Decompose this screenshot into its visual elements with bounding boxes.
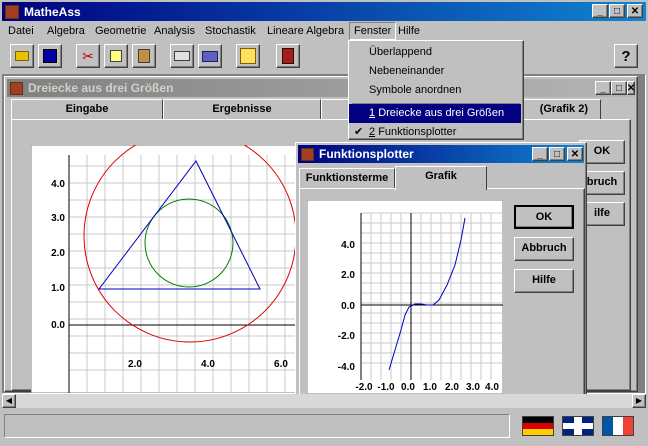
check-icon: ✔: [354, 126, 364, 138]
y-tick: 4.0: [51, 179, 65, 190]
plotter-title: Funktionsplotter: [319, 147, 414, 161]
ok-button[interactable]: OK: [514, 205, 574, 229]
tab-grafik[interactable]: Grafik: [395, 166, 487, 190]
menu-analysis[interactable]: Analysis: [154, 22, 195, 40]
graph-icon: [240, 48, 256, 64]
close-button[interactable]: ✕: [627, 4, 643, 18]
triangle-plot: 4.0 3.0 2.0 1.0 0.0 2.0 4.0 6.0: [31, 145, 303, 393]
menu-hilfe[interactable]: Hilfe: [398, 22, 420, 40]
dreiecke-title: Dreiecke aus drei Größen: [28, 81, 174, 95]
function-plot: 4.0 2.0 0.0 -2.0 -4.0 -2.0 -1.0 0.0 1.0 …: [307, 200, 503, 394]
y-tick: 2.0: [51, 248, 65, 259]
window-number: 1: [369, 107, 376, 119]
maximize-button[interactable]: □: [549, 147, 565, 161]
scroll-left-button[interactable]: ◀: [2, 394, 16, 408]
help-button[interactable]: ?: [614, 44, 638, 68]
window-label: Dreiecke aus drei Größen: [378, 107, 505, 119]
cut-button[interactable]: ✂: [76, 44, 100, 68]
save-button[interactable]: [38, 44, 62, 68]
dreiecke-titlebar: Dreiecke aus drei Größen _ □ ✕: [7, 79, 635, 97]
app-title: MatheAss: [24, 4, 81, 19]
window-number: 2: [369, 126, 376, 138]
exit-door-icon: [282, 48, 294, 64]
x-tick: 1.0: [423, 382, 437, 393]
printer-icon: [174, 51, 190, 61]
open-button[interactable]: [10, 44, 34, 68]
menu-item-symbole-anordnen[interactable]: Symbole anordnen: [349, 81, 521, 100]
y-tick: 2.0: [341, 270, 355, 281]
plotter-titlebar: Funktionsplotter _ □ ✕: [298, 145, 584, 163]
disk-icon: [43, 49, 57, 63]
copy-button[interactable]: [104, 44, 128, 68]
graph-button[interactable]: [236, 44, 260, 68]
app-icon: [301, 147, 314, 161]
app-icon: [10, 81, 23, 95]
y-tick: -2.0: [338, 331, 356, 342]
camera-icon: [202, 50, 218, 62]
menu-lineare-algebra[interactable]: Lineare Algebra: [267, 22, 344, 40]
x-tick: 6.0: [274, 359, 288, 370]
folder-icon: [15, 51, 29, 61]
x-tick: -2.0: [355, 382, 373, 393]
tab-ergebnisse[interactable]: Ergebnisse: [163, 99, 321, 119]
tab-funktionsterme[interactable]: Funktionsterme: [299, 168, 395, 188]
abbruch-button[interactable]: Abbruch: [514, 237, 574, 261]
y-tick: 4.0: [341, 240, 355, 251]
menu-item-ueberlappend[interactable]: Überlappend: [349, 43, 521, 62]
exit-button[interactable]: [276, 44, 300, 68]
tab-eingabe[interactable]: Eingabe: [11, 99, 163, 119]
help-icon: ?: [621, 47, 631, 65]
status-panel: [4, 414, 510, 438]
scroll-right-button[interactable]: ▶: [632, 394, 646, 408]
y-tick: 0.0: [341, 301, 355, 312]
maximize-button[interactable]: □: [611, 81, 627, 95]
y-tick: 1.0: [51, 283, 65, 294]
menu-algebra[interactable]: Algebra: [47, 22, 85, 40]
x-tick: 3.0: [466, 382, 480, 393]
x-tick: 2.0: [128, 359, 142, 370]
close-button[interactable]: ✕: [627, 81, 635, 95]
clipboard-icon: [138, 49, 150, 63]
close-button[interactable]: ✕: [567, 147, 583, 161]
x-tick: 4.0: [201, 359, 215, 370]
flag-uk-icon[interactable]: [562, 416, 594, 436]
minimize-button[interactable]: _: [592, 4, 608, 18]
toolbar: ✂ ?: [10, 44, 640, 70]
horizontal-scrollbar[interactable]: ◀ ▶: [2, 394, 646, 408]
y-tick: 3.0: [51, 213, 65, 224]
y-tick: -4.0: [338, 362, 356, 373]
flag-german-icon[interactable]: [522, 416, 554, 436]
app-titlebar: MatheAss _ □ ✕: [2, 2, 646, 21]
minimize-button[interactable]: _: [595, 81, 611, 95]
minimize-button[interactable]: _: [532, 147, 548, 161]
menu-item-nebeneinander[interactable]: Nebeneinander: [349, 62, 521, 81]
print-button[interactable]: [170, 44, 194, 68]
copy-icon: [110, 50, 122, 62]
status-bar: [2, 410, 646, 444]
y-tick: 0.0: [51, 320, 65, 331]
menu-geometrie[interactable]: Geometrie: [95, 22, 146, 40]
menu-item-window-2[interactable]: ✔ 2 Funktionsplotter: [349, 123, 521, 142]
menubar: Datei Algebra Geometrie Analysis Stochas…: [2, 22, 646, 40]
paste-button[interactable]: [132, 44, 156, 68]
fenster-dropdown: Überlappend Nebeneinander Symbole anordn…: [348, 40, 524, 140]
menu-item-window-1[interactable]: 1 Dreiecke aus drei Größen: [349, 104, 521, 123]
menu-fenster[interactable]: Fenster: [349, 22, 397, 40]
x-tick: 0.0: [401, 382, 415, 393]
funktionsplotter-window[interactable]: Funktionsplotter _ □ ✕ Funktionsterme Gr…: [295, 142, 587, 397]
x-tick: -1.0: [377, 382, 395, 393]
maximize-button[interactable]: □: [609, 4, 625, 18]
menu-datei[interactable]: Datei: [8, 22, 34, 40]
flag-french-icon[interactable]: [602, 416, 634, 436]
hilfe-button[interactable]: Hilfe: [514, 269, 574, 293]
window-label: Funktionsplotter: [378, 126, 457, 138]
x-tick: 2.0: [445, 382, 459, 393]
menu-stochastik[interactable]: Stochastik: [205, 22, 256, 40]
camera-button[interactable]: [198, 44, 222, 68]
app-icon: [5, 4, 19, 19]
scissors-icon: ✂: [82, 47, 94, 64]
x-tick: 4.0: [485, 382, 499, 393]
